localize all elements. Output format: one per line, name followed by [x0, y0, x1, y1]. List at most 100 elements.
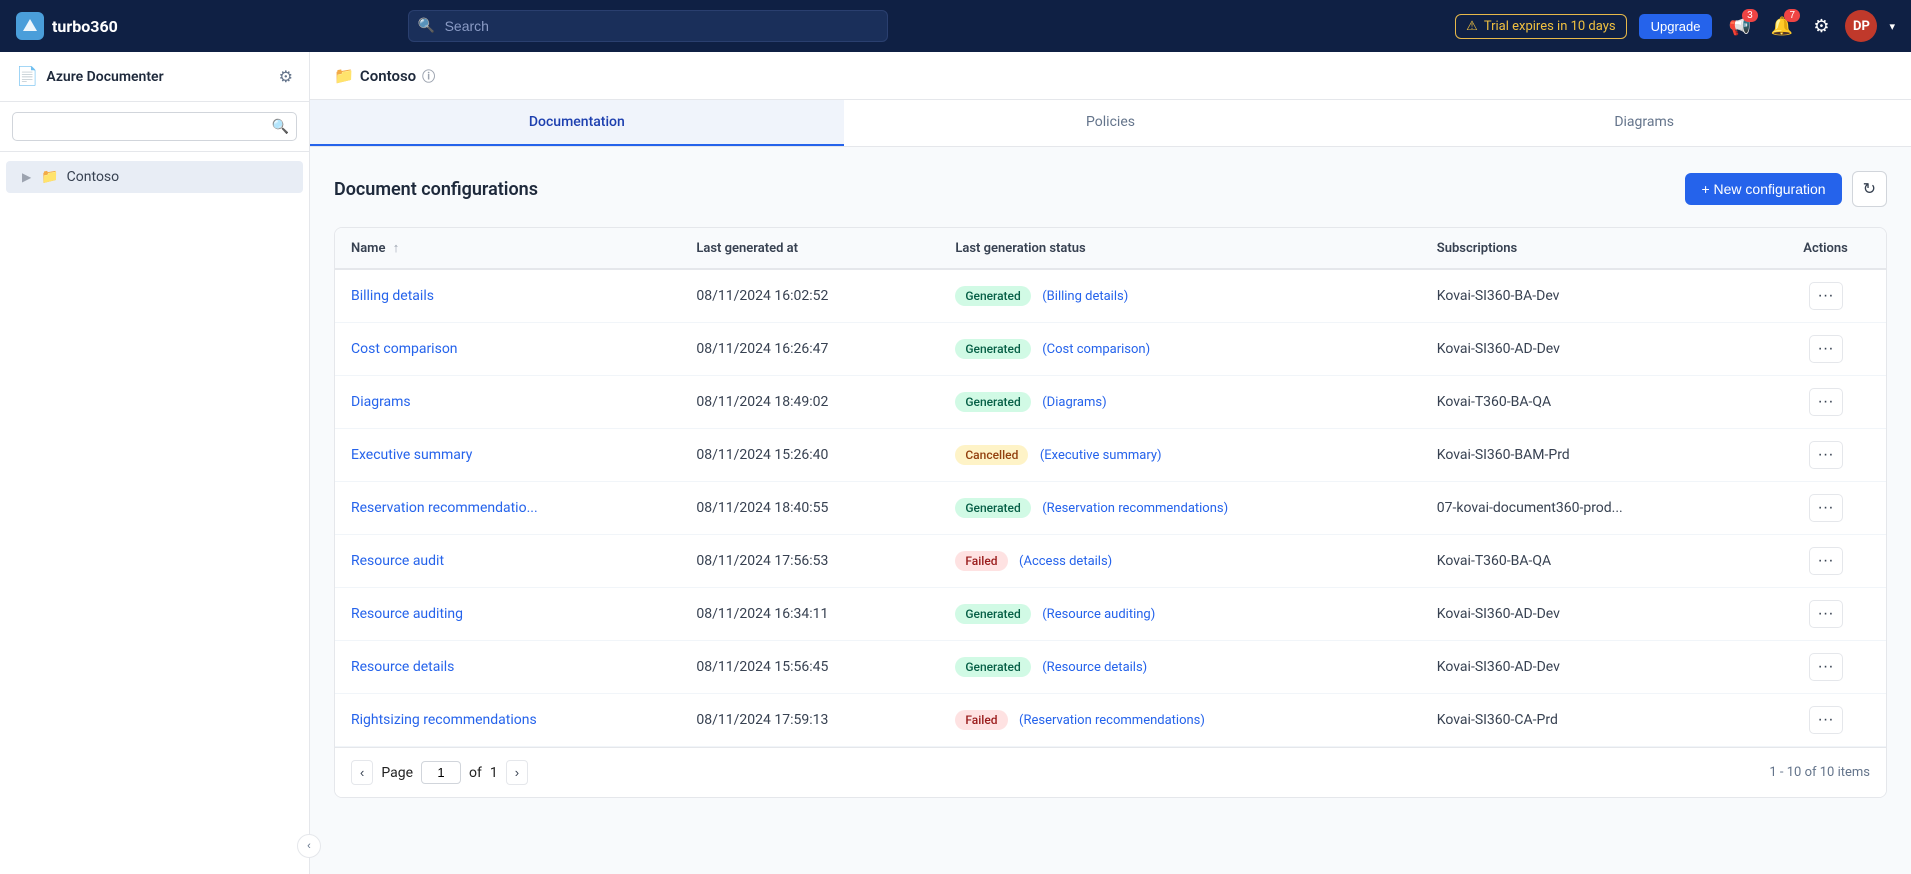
- row-name-link-2[interactable]: Diagrams: [351, 394, 411, 410]
- detail-link-8[interactable]: (Reservation recommendations): [1019, 713, 1205, 728]
- notifications-button[interactable]: 📢 3: [1724, 12, 1754, 41]
- table-row: Resource audit 08/11/2024 17:56:53 Faile…: [335, 535, 1886, 588]
- row-status-cell-1: Generated (Cost comparison): [939, 323, 1420, 376]
- row-actions-button-1[interactable]: ···: [1809, 335, 1843, 363]
- sidebar-item-contoso[interactable]: ▶ 📁 Contoso: [6, 161, 303, 193]
- sidebar-settings-icon[interactable]: ⚙: [279, 67, 293, 86]
- detail-link-1[interactable]: (Cost comparison): [1042, 342, 1150, 357]
- detail-link-5[interactable]: (Access details): [1019, 554, 1112, 569]
- search-input[interactable]: [408, 10, 888, 42]
- page-input[interactable]: [421, 761, 461, 784]
- detail-link-6[interactable]: (Resource auditing): [1042, 607, 1155, 622]
- col-subscriptions: Subscriptions: [1421, 228, 1765, 269]
- status-badge-6: Generated: [955, 604, 1030, 624]
- tab-diagrams[interactable]: Diagrams: [1377, 100, 1911, 146]
- breadcrumb-folder-icon: 📁: [334, 66, 354, 85]
- row-name-link-4[interactable]: Reservation recommendatio...: [351, 500, 538, 516]
- row-date-cell-7: 08/11/2024 15:56:45: [680, 641, 939, 694]
- documenter-icon: 📄: [16, 66, 38, 87]
- sidebar-search-input[interactable]: [12, 112, 297, 141]
- detail-link-3[interactable]: (Executive summary): [1040, 448, 1162, 463]
- row-actions-cell-0: ···: [1765, 269, 1886, 323]
- avatar-initials: DP: [1853, 19, 1870, 34]
- row-date-cell-2: 08/11/2024 18:49:02: [680, 376, 939, 429]
- app-logo[interactable]: turbo360: [16, 12, 118, 40]
- avatar-chevron[interactable]: ▾: [1889, 20, 1895, 33]
- row-actions-button-7[interactable]: ···: [1809, 653, 1843, 681]
- row-name-link-0[interactable]: Billing details: [351, 288, 434, 304]
- row-actions-cell-3: ···: [1765, 429, 1886, 482]
- tab-documentation[interactable]: Documentation: [310, 100, 844, 146]
- tab-documentation-label: Documentation: [529, 114, 625, 130]
- row-date-cell-5: 08/11/2024 17:56:53: [680, 535, 939, 588]
- sidebar: 📄 Azure Documenter ⚙ 🔍 ▶ 📁 Contoso ‹: [0, 52, 310, 874]
- row-date-cell-3: 08/11/2024 15:26:40: [680, 429, 939, 482]
- row-status-cell-0: Generated (Billing details): [939, 269, 1420, 323]
- next-page-button[interactable]: ›: [506, 760, 528, 785]
- expand-icon: ▶: [22, 170, 31, 184]
- row-date-cell-8: 08/11/2024 17:59:13: [680, 694, 939, 747]
- row-date-cell-0: 08/11/2024 16:02:52: [680, 269, 939, 323]
- row-actions-button-5[interactable]: ···: [1809, 547, 1843, 575]
- row-actions-button-8[interactable]: ···: [1809, 706, 1843, 734]
- upgrade-button[interactable]: Upgrade: [1639, 14, 1713, 39]
- row-actions-button-3[interactable]: ···: [1809, 441, 1843, 469]
- row-status-cell-7: Generated (Resource details): [939, 641, 1420, 694]
- detail-link-0[interactable]: (Billing details): [1042, 289, 1128, 304]
- row-actions-button-6[interactable]: ···: [1809, 600, 1843, 628]
- new-configuration-button[interactable]: + New configuration: [1685, 173, 1841, 205]
- alerts-button[interactable]: 🔔 7: [1767, 12, 1797, 41]
- row-name-cell-1: Cost comparison: [335, 323, 680, 376]
- row-subscriptions-cell-1: Kovai-SI360-AD-Dev: [1421, 323, 1765, 376]
- prev-page-button[interactable]: ‹: [351, 760, 373, 785]
- pagination-controls: ‹ Page of 1 ›: [351, 760, 528, 785]
- row-name-link-5[interactable]: Resource audit: [351, 553, 444, 569]
- row-status-cell-2: Generated (Diagrams): [939, 376, 1420, 429]
- breadcrumb-info-icon[interactable]: ⓘ: [422, 66, 435, 85]
- status-badge-2: Generated: [955, 392, 1030, 412]
- sidebar-collapse-button[interactable]: ‹: [297, 834, 321, 858]
- row-name-link-7[interactable]: Resource details: [351, 659, 454, 675]
- row-actions-button-0[interactable]: ···: [1809, 282, 1843, 310]
- row-name-cell-4: Reservation recommendatio...: [335, 482, 680, 535]
- sidebar-title-text: Azure Documenter: [46, 69, 163, 85]
- row-name-link-8[interactable]: Rightsizing recommendations: [351, 712, 537, 728]
- row-name-cell-2: Diagrams: [335, 376, 680, 429]
- avatar[interactable]: DP: [1845, 10, 1877, 42]
- row-date-cell-6: 08/11/2024 16:34:11: [680, 588, 939, 641]
- row-actions-cell-4: ···: [1765, 482, 1886, 535]
- search-icon: 🔍: [418, 18, 435, 34]
- row-subscriptions-cell-0: Kovai-SI360-BA-Dev: [1421, 269, 1765, 323]
- row-actions-button-2[interactable]: ···: [1809, 388, 1843, 416]
- status-badge-0: Generated: [955, 286, 1030, 306]
- notifications-badge: 3: [1742, 9, 1758, 22]
- col-name[interactable]: Name ↑: [335, 228, 680, 269]
- row-name-link-6[interactable]: Resource auditing: [351, 606, 463, 622]
- row-name-link-3[interactable]: Executive summary: [351, 447, 472, 463]
- alerts-badge: 7: [1784, 9, 1800, 22]
- folder-icon: 📁: [41, 169, 58, 185]
- status-badge-8: Failed: [955, 710, 1007, 730]
- sidebar-nav: ▶ 📁 Contoso: [0, 152, 309, 874]
- settings-button[interactable]: ⚙: [1809, 12, 1833, 41]
- content-actions: + New configuration ↻: [1685, 171, 1887, 207]
- page-label: Page: [381, 765, 413, 781]
- tabs-container: Documentation Policies Diagrams: [310, 100, 1911, 147]
- refresh-button[interactable]: ↻: [1852, 171, 1887, 207]
- row-subscriptions-cell-6: Kovai-SI360-AD-Dev: [1421, 588, 1765, 641]
- tab-policies[interactable]: Policies: [844, 100, 1378, 146]
- row-status-cell-4: Generated (Reservation recommendations): [939, 482, 1420, 535]
- total-pages: 1: [490, 765, 498, 781]
- row-subscriptions-cell-3: Kovai-SI360-BAM-Prd: [1421, 429, 1765, 482]
- row-name-link-1[interactable]: Cost comparison: [351, 341, 458, 357]
- status-badge-1: Generated: [955, 339, 1030, 359]
- main-content: 📁 Contoso ⓘ Documentation Policies Diagr…: [310, 52, 1911, 874]
- row-date-cell-1: 08/11/2024 16:26:47: [680, 323, 939, 376]
- row-actions-button-4[interactable]: ···: [1809, 494, 1843, 522]
- detail-link-2[interactable]: (Diagrams): [1042, 395, 1106, 410]
- detail-link-4[interactable]: (Reservation recommendations): [1042, 501, 1228, 516]
- row-subscriptions-cell-5: Kovai-T360-BA-QA: [1421, 535, 1765, 588]
- row-actions-cell-1: ···: [1765, 323, 1886, 376]
- detail-link-7[interactable]: (Resource details): [1042, 660, 1147, 675]
- row-date-cell-4: 08/11/2024 18:40:55: [680, 482, 939, 535]
